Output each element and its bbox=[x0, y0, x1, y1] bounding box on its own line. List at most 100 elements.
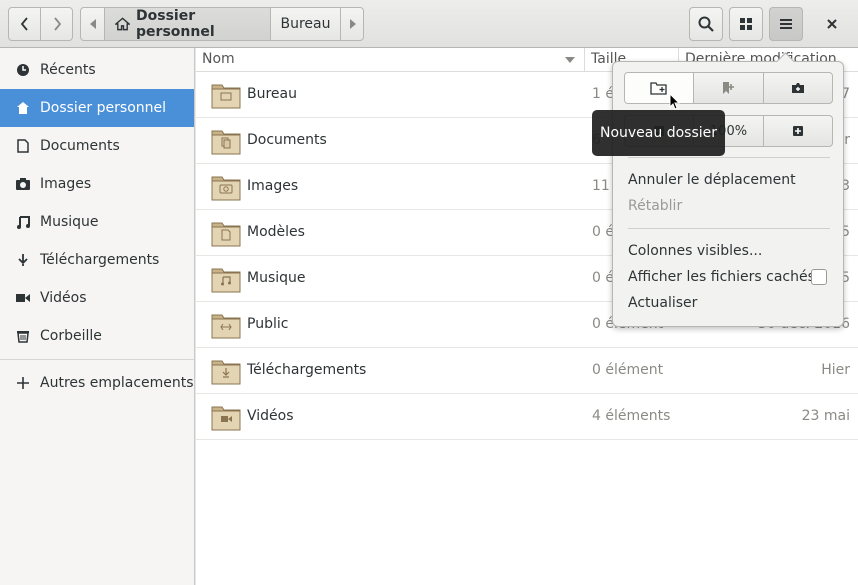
file-size: 11 bbox=[592, 178, 610, 194]
column-header-name[interactable]: Nom bbox=[202, 51, 235, 67]
file-name: Documents bbox=[247, 132, 327, 148]
chevron-right-icon bbox=[53, 17, 61, 31]
show-hidden-checkbox[interactable] bbox=[811, 269, 827, 285]
menu-item-refresh[interactable]: Actualiser bbox=[628, 295, 697, 311]
sidebar-item-videos[interactable]: Vidéos bbox=[0, 279, 194, 317]
view-toggle-button[interactable] bbox=[729, 7, 763, 41]
header-bar: Dossier personnel Bureau bbox=[0, 0, 858, 48]
close-icon bbox=[827, 19, 837, 29]
menu-item-show-hidden[interactable]: Afficher les fichiers cachés bbox=[628, 269, 815, 285]
plus-icon bbox=[16, 376, 30, 390]
videos-folder-icon bbox=[211, 406, 241, 431]
hamburger-menu-icon bbox=[780, 19, 792, 29]
menu-item-redo[interactable]: Rétablir bbox=[628, 198, 682, 214]
search-button[interactable] bbox=[689, 7, 723, 41]
breadcrumb-bureau[interactable]: Bureau bbox=[271, 8, 341, 40]
pictures-folder-icon bbox=[211, 176, 241, 201]
back-button[interactable] bbox=[8, 7, 41, 41]
zoom-in-button[interactable] bbox=[764, 116, 832, 146]
sidebar-item-home[interactable]: Dossier personnel bbox=[0, 89, 194, 127]
breadcrumb-left-arrow[interactable] bbox=[81, 8, 105, 40]
column-divider bbox=[584, 48, 585, 72]
sidebar-item-images[interactable]: Images bbox=[0, 165, 194, 203]
new-tab-icon bbox=[791, 83, 804, 93]
documents-folder-icon bbox=[211, 130, 241, 155]
menu-button[interactable] bbox=[769, 7, 803, 41]
mouse-cursor-icon bbox=[669, 93, 681, 110]
video-icon bbox=[16, 291, 30, 305]
table-row[interactable]: Vidéos 4 éléments 23 mai bbox=[196, 394, 858, 440]
search-icon bbox=[698, 16, 714, 32]
music-icon bbox=[16, 215, 30, 229]
file-name: Modèles bbox=[247, 224, 305, 240]
sidebar-item-label: Récents bbox=[40, 62, 96, 78]
camera-icon bbox=[16, 177, 30, 191]
table-row[interactable]: Téléchargements 0 élément Hier bbox=[196, 348, 858, 394]
music-folder-icon bbox=[211, 268, 241, 293]
file-name: Téléchargements bbox=[247, 362, 367, 378]
zoom-in-icon bbox=[792, 126, 803, 136]
file-name: Musique bbox=[247, 270, 306, 286]
file-size: 4 éléments bbox=[592, 408, 671, 424]
file-name: Vidéos bbox=[247, 408, 294, 424]
bookmark-button[interactable] bbox=[694, 73, 764, 103]
file-name: Images bbox=[247, 178, 299, 194]
trash-icon bbox=[16, 329, 30, 343]
breadcrumb-home-label: Dossier personnel bbox=[136, 8, 215, 40]
menu-separator bbox=[628, 228, 830, 229]
file-size: 0 é bbox=[592, 224, 614, 240]
tooltip-text: Nouveau dossier bbox=[599, 125, 717, 141]
menu-item-undo[interactable]: Annuler le déplacement bbox=[628, 172, 796, 188]
file-size: 0 élément bbox=[592, 362, 664, 378]
triangle-left-icon bbox=[89, 19, 96, 29]
tooltip: Nouveau dossier bbox=[592, 110, 725, 156]
sidebar-item-label: Vidéos bbox=[40, 290, 87, 306]
desktop-folder-icon bbox=[211, 84, 241, 109]
templates-folder-icon bbox=[211, 222, 241, 247]
file-date: Hier bbox=[821, 362, 850, 378]
sidebar-item-label: Images bbox=[40, 176, 92, 192]
file-name: Bureau bbox=[247, 86, 297, 102]
close-button[interactable] bbox=[812, 7, 852, 41]
sidebar-item-downloads[interactable]: Téléchargements bbox=[0, 241, 194, 279]
sidebar-item-label: Musique bbox=[40, 214, 99, 230]
triangle-right-icon bbox=[350, 19, 356, 29]
app-menu-popover: 100% Annuler le déplacement Rétablir Col… bbox=[612, 61, 844, 327]
sidebar-item-label: Autres emplacements bbox=[40, 375, 194, 391]
file-size: 0 é bbox=[592, 270, 614, 286]
sort-down-icon bbox=[565, 57, 575, 63]
downloads-folder-icon bbox=[211, 360, 241, 385]
bookmark-add-icon bbox=[723, 82, 735, 94]
breadcrumb-right-arrow[interactable] bbox=[341, 8, 363, 40]
sidebar-item-label: Corbeille bbox=[40, 328, 102, 344]
public-folder-icon bbox=[211, 314, 241, 339]
sidebar-item-music[interactable]: Musique bbox=[0, 203, 194, 241]
file-date: r bbox=[844, 132, 850, 148]
chevron-left-icon bbox=[20, 17, 28, 31]
home-icon bbox=[16, 101, 30, 115]
sidebar-item-label: Documents bbox=[40, 138, 120, 154]
forward-button[interactable] bbox=[40, 7, 73, 41]
new-folder-button[interactable] bbox=[625, 73, 695, 103]
menu-item-visible-columns[interactable]: Colonnes visibles... bbox=[628, 243, 762, 259]
file-name: Public bbox=[247, 316, 289, 332]
sidebar-item-trash[interactable]: Corbeille bbox=[0, 317, 194, 355]
breadcrumb-home[interactable]: Dossier personnel bbox=[105, 8, 271, 40]
new-tab-button[interactable] bbox=[764, 73, 832, 103]
new-item-button-group bbox=[624, 72, 833, 104]
home-icon bbox=[115, 17, 131, 31]
grid-view-icon bbox=[740, 18, 752, 30]
sidebar-item-recents[interactable]: Récents bbox=[0, 51, 194, 89]
sidebar-item-other-locations[interactable]: Autres emplacements bbox=[0, 364, 194, 402]
document-icon bbox=[16, 139, 30, 153]
menu-separator bbox=[628, 157, 830, 158]
sidebar-item-documents[interactable]: Documents bbox=[0, 127, 194, 165]
download-icon bbox=[16, 253, 30, 267]
breadcrumb: Dossier personnel Bureau bbox=[80, 7, 364, 41]
sidebar: Récents Dossier personnel Documents Imag… bbox=[0, 48, 195, 585]
sidebar-item-label: Téléchargements bbox=[40, 252, 160, 268]
new-folder-icon bbox=[650, 82, 667, 95]
sidebar-separator bbox=[0, 359, 194, 360]
clock-icon bbox=[16, 63, 30, 77]
file-date: 23 mai bbox=[801, 408, 850, 424]
